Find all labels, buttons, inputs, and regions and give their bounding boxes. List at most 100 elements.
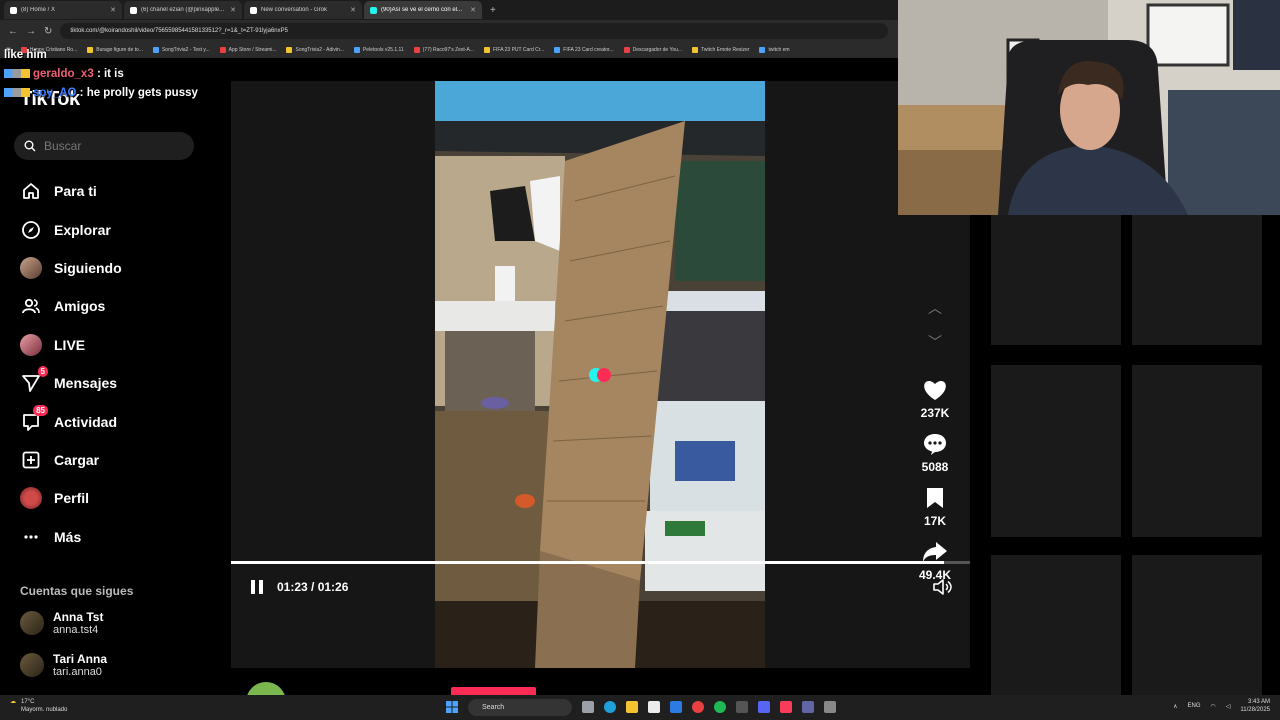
sidebar-item-label: Para ti bbox=[54, 183, 97, 200]
webcam-feed-image bbox=[898, 0, 1280, 215]
x-logo-icon bbox=[10, 6, 17, 14]
speaker-icon[interactable]: ◁ bbox=[1226, 703, 1231, 710]
bookmark[interactable]: twitch em bbox=[759, 47, 790, 53]
bookmark-favicon bbox=[759, 47, 766, 53]
close-icon[interactable]: ✕ bbox=[350, 6, 356, 14]
taskbar-search[interactable]: Search bbox=[468, 699, 572, 716]
sidebar-nav: Para ti Explorar Siguiendo Amigos LIVE 5… bbox=[20, 172, 122, 556]
following-avatar-icon bbox=[20, 256, 42, 279]
browser-tab-active[interactable]: (90)Así se ve el cerno con el... ✕ bbox=[364, 1, 482, 19]
store-icon[interactable] bbox=[648, 701, 660, 713]
bookmark[interactable]: FIFA 23 PUT Card Cr... bbox=[483, 47, 545, 53]
chevron-down-icon[interactable]: ﹀ bbox=[928, 332, 942, 352]
heart-icon[interactable] bbox=[922, 378, 948, 402]
followed-account[interactable]: Anna Tst anna.tst4 bbox=[20, 610, 103, 636]
bookmark[interactable]: Twitch Emote Resizer bbox=[692, 47, 749, 53]
sidebar-item-label: Amigos bbox=[54, 298, 106, 315]
new-tab-button[interactable]: + bbox=[484, 5, 502, 16]
chevron-up-icon[interactable]: ︿ bbox=[928, 298, 942, 318]
teams-icon[interactable] bbox=[802, 701, 814, 713]
chat-message: like him bbox=[4, 48, 229, 63]
bookmark[interactable]: SongTrivia2 - Adivin... bbox=[286, 47, 344, 53]
sidebar-item-mas[interactable]: Más bbox=[20, 518, 122, 556]
account-text: Anna Tst anna.tst4 bbox=[53, 610, 103, 636]
bookmark[interactable]: (77) Raco97's Zest-A... bbox=[413, 47, 474, 53]
sidebar-item-mensajes[interactable]: 5 Mensajes bbox=[20, 364, 122, 402]
sidebar-item-perfil[interactable]: Perfil bbox=[20, 479, 122, 517]
recommended-tile[interactable] bbox=[991, 365, 1121, 537]
chrome-icon[interactable] bbox=[692, 701, 704, 713]
back-icon[interactable]: ← bbox=[8, 26, 18, 37]
sidebar-item-cargar[interactable]: Cargar bbox=[20, 441, 122, 479]
bookmark[interactable]: Descargador de You... bbox=[623, 47, 682, 53]
tab-label: (8) Home / X bbox=[21, 7, 56, 13]
browser-tab[interactable]: New conversation - Grok ✕ bbox=[244, 1, 362, 19]
sidebar-item-label: Perfil bbox=[54, 490, 90, 507]
chevron-up-icon[interactable]: ∧ bbox=[1173, 703, 1177, 710]
task-view-icon[interactable] bbox=[582, 701, 594, 713]
bookmark[interactable]: FIFA 23 Card creator... bbox=[554, 47, 614, 53]
search-icon bbox=[24, 140, 36, 152]
settings-icon[interactable] bbox=[824, 701, 836, 713]
clock[interactable]: 3:43 AM 11/28/2025 bbox=[1240, 698, 1270, 714]
bookmark[interactable]: Peletools v25.1.11 bbox=[353, 47, 404, 53]
sidebar-item-label: Más bbox=[54, 528, 82, 545]
sidebar-item-amigos[interactable]: Amigos bbox=[20, 287, 122, 325]
save-count: 17K bbox=[923, 514, 946, 528]
chat-message: geraldo_x3 : it is bbox=[4, 67, 229, 82]
activity-count-badge: 85 bbox=[33, 404, 48, 416]
recommended-tile[interactable] bbox=[1132, 215, 1262, 345]
comment-icon[interactable] bbox=[922, 432, 948, 456]
search-input[interactable]: Buscar bbox=[14, 132, 194, 160]
taskbar-apps bbox=[582, 701, 836, 713]
browser-tab[interactable]: (6) chanel ezian (@pinxapple... ✕ bbox=[124, 1, 242, 19]
sidebar-item-para-ti[interactable]: Para ti bbox=[20, 172, 122, 210]
discord-icon[interactable] bbox=[758, 701, 770, 713]
bookmark-favicon bbox=[554, 47, 561, 53]
close-icon[interactable]: ✕ bbox=[110, 6, 116, 14]
spotify-icon[interactable] bbox=[714, 701, 726, 713]
recommended-tile[interactable] bbox=[991, 215, 1121, 345]
chat-badges-icon bbox=[4, 88, 30, 98]
reload-icon[interactable]: ↻ bbox=[44, 26, 52, 37]
sidebar-item-actividad[interactable]: 85 Actividad bbox=[20, 402, 122, 440]
follow-button[interactable] bbox=[451, 687, 536, 695]
live-avatar-icon bbox=[20, 333, 42, 356]
bookmark-icon[interactable] bbox=[924, 486, 946, 510]
bookmark-favicon bbox=[483, 47, 490, 53]
profile-avatar-icon bbox=[20, 487, 42, 510]
wifi-icon[interactable]: ◠ bbox=[1211, 703, 1216, 710]
sidebar-item-explorar[interactable]: Explorar bbox=[20, 210, 122, 248]
forward-icon[interactable]: → bbox=[26, 26, 36, 37]
friends-icon bbox=[20, 295, 42, 317]
edge-icon[interactable] bbox=[604, 701, 616, 713]
pause-icon[interactable] bbox=[249, 579, 265, 595]
bookmark-label: FIFA 23 PUT Card Cr... bbox=[492, 47, 545, 53]
close-icon[interactable]: ✕ bbox=[230, 6, 236, 14]
bookmark-label: Twitch Emote Resizer bbox=[701, 47, 750, 53]
mail-icon[interactable] bbox=[670, 701, 682, 713]
volume-icon[interactable] bbox=[932, 578, 952, 596]
sidebar-item-label: Cargar bbox=[54, 451, 100, 468]
more-icon bbox=[20, 526, 42, 548]
video-time: 01:23 / 01:26 bbox=[277, 580, 349, 594]
url-input[interactable]: tiktok.com/@koirandoshil/video/756559854… bbox=[60, 23, 888, 39]
windows-start-icon[interactable] bbox=[446, 701, 458, 713]
followed-account[interactable]: Tari Anna tari.anna0 bbox=[20, 652, 107, 678]
music-icon[interactable] bbox=[780, 701, 792, 713]
language-indicator[interactable]: ENG bbox=[1188, 703, 1201, 709]
weather-widget[interactable]: ☁ 17°C Mayorm. nublado bbox=[10, 698, 67, 714]
sidebar-item-live[interactable]: LIVE bbox=[20, 326, 122, 364]
recommended-tile[interactable] bbox=[991, 555, 1121, 695]
system-tray: ∧ ENG ◠ ◁ 3:43 AM 11/28/2025 bbox=[1173, 698, 1270, 714]
recommended-tile[interactable] bbox=[1132, 555, 1262, 695]
account-username: tari.anna0 bbox=[53, 666, 102, 678]
browser-tab[interactable]: (8) Home / X ✕ bbox=[4, 1, 122, 19]
weather-temperature: 17°C bbox=[21, 699, 35, 705]
file-explorer-icon[interactable] bbox=[626, 701, 638, 713]
recommended-tile[interactable] bbox=[1132, 365, 1262, 537]
sidebar-item-siguiendo[interactable]: Siguiendo bbox=[20, 249, 122, 287]
steam-icon[interactable] bbox=[736, 701, 748, 713]
close-icon[interactable]: ✕ bbox=[470, 6, 476, 14]
clock-date: 11/28/2025 bbox=[1240, 707, 1270, 713]
